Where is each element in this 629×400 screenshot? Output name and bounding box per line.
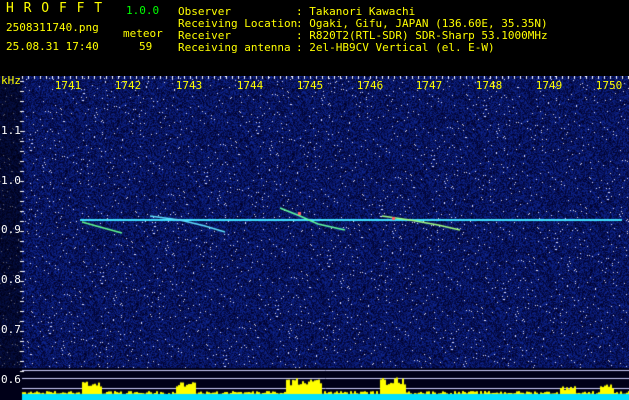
x-tick-label: 1743 [175, 79, 203, 92]
x-tick-label: 1747 [415, 79, 443, 92]
x-tick-label: 1745 [296, 79, 324, 92]
app-title: H R O F F T [6, 1, 104, 16]
file-datetime: 25.08.31 17:40 [6, 40, 99, 53]
file-name: 2508311740.png [6, 21, 99, 34]
info-value-antenna: : 2el-HB9CV Vertical (el. E-W) [296, 41, 495, 54]
x-tick-label: 1742 [114, 79, 142, 92]
x-tick-label: 1744 [236, 79, 264, 92]
y-tick-label: 0.7 [1, 323, 21, 336]
y-tick-label: 0.6 [1, 373, 21, 386]
x-tick-label: 1746 [356, 79, 384, 92]
x-tick-label: 1750 [595, 79, 623, 92]
x-tick-label: 1748 [475, 79, 503, 92]
y-axis-unit: kHz [1, 74, 21, 87]
meteor-count: 59 [139, 40, 153, 53]
spectrogram-canvas [0, 76, 629, 400]
y-tick-label: 0.9 [1, 223, 21, 236]
y-tick-label: 1.0 [1, 174, 21, 187]
meteor-label: meteor [123, 27, 163, 40]
y-tick-label: 1.1 [1, 124, 21, 137]
y-tick-label: 0.8 [1, 273, 21, 286]
hrofft-window: H R O F F T 1.0.0 2508311740.png meteor … [0, 0, 629, 400]
x-tick-label: 1741 [54, 79, 82, 92]
app-version: 1.0.0 [126, 4, 160, 17]
info-key-antenna: Receiving antenna [178, 41, 291, 54]
x-tick-label: 1749 [535, 79, 563, 92]
